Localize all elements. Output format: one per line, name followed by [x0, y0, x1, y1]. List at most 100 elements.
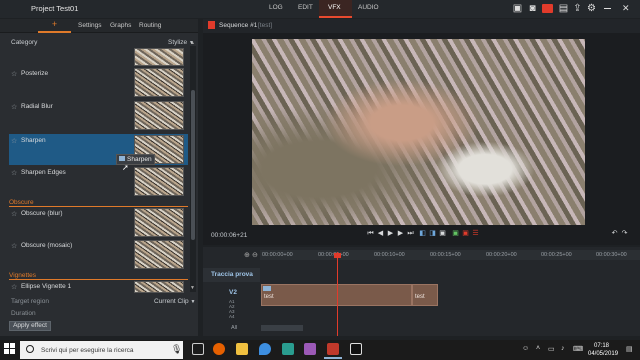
redo-icon[interactable]: ↷ [620, 229, 629, 238]
folder-icon[interactable] [236, 343, 248, 355]
gear-icon[interactable]: ⚙ [586, 3, 597, 14]
mouse-cursor-icon: ➚ [122, 163, 129, 172]
effect-item-obscure-mosaic[interactable]: ☆ Obscure (mosaic) [9, 239, 188, 270]
effects-scrollbar-thumb[interactable] [191, 90, 195, 240]
timeline-scrollbar[interactable] [261, 325, 303, 331]
star-icon[interactable]: ☆ [11, 70, 17, 78]
effect-thumbnail [134, 281, 184, 293]
effect-thumbnail [134, 167, 184, 196]
minimize-icon[interactable] [604, 8, 611, 9]
firefox-icon[interactable] [213, 343, 225, 355]
notifications-icon[interactable]: ▤ [626, 345, 633, 353]
section-obscure: Obscure [9, 199, 34, 206]
drag-tooltip-label: Sharpen [127, 156, 152, 163]
star-icon[interactable]: ☆ [11, 103, 17, 111]
playhead-handle[interactable] [334, 253, 341, 258]
effect-item-ellipse-vignette[interactable]: ☆ Ellipse Vignette 1 [9, 280, 188, 293]
taskbar-search-placeholder: Scrivi qui per eseguire la ricerca [41, 347, 134, 354]
star-icon[interactable]: ☆ [11, 242, 17, 250]
timeline-clip[interactable]: test [412, 284, 438, 306]
keyboard-icon[interactable]: ⌨ [573, 345, 583, 353]
folder-icon[interactable]: ▣ [512, 3, 523, 14]
tab-routing[interactable]: Routing [139, 22, 161, 29]
clock-time[interactable]: 07:18 [594, 343, 609, 349]
target-region-select[interactable]: Current Clip ▼ [154, 298, 195, 305]
app-icon[interactable] [282, 343, 294, 355]
tab-log[interactable]: LOG [269, 4, 283, 11]
step-forward-icon[interactable]: ▶ [396, 229, 405, 238]
effect-item-sharpen[interactable]: ☆ Sharpen [9, 134, 188, 165]
effect-label: Posterize [21, 70, 49, 77]
clear-marks-icon[interactable]: ▣ [438, 229, 447, 238]
people-icon[interactable]: ☺ [522, 345, 529, 352]
task-view-icon[interactable] [192, 343, 204, 355]
network-icon[interactable]: ▭ [548, 345, 555, 353]
tab-settings[interactable]: Settings [78, 22, 102, 29]
target-region-value: Current Clip [154, 298, 189, 305]
microphone-icon[interactable]: 🎙 [171, 344, 182, 355]
effect-thumbnail [134, 68, 184, 97]
zoom-in-icon[interactable]: ⊕ [244, 251, 250, 259]
effect-thumbnail [134, 208, 184, 237]
effect-item-sharpen-edges[interactable]: ☆ Sharpen Edges [9, 166, 188, 197]
playhead[interactable] [337, 252, 338, 336]
tab-graphs[interactable]: Graphs [110, 22, 131, 29]
track-name[interactable]: Traccia prova [211, 271, 253, 278]
ruler-label: 00:00:15+00 [430, 252, 461, 258]
scroll-up-icon[interactable]: ▲ [190, 40, 195, 46]
sequence-title: Sequence #1 [219, 22, 258, 29]
app-icon[interactable] [304, 343, 316, 355]
search-icon [26, 345, 34, 353]
target-region-label: Target region [11, 298, 49, 305]
go-to-start-icon[interactable]: ⏮ [366, 229, 375, 238]
tab-edit[interactable]: EDIT [298, 4, 313, 11]
hamburger-menu-icon[interactable] [7, 5, 17, 14]
lightworks-icon[interactable] [350, 343, 362, 355]
replace-icon[interactable]: ☰ [471, 229, 480, 238]
overwrite-icon[interactable]: ▣ [461, 229, 470, 238]
effect-item-posterize[interactable]: ☆ Posterize [9, 67, 188, 98]
record-icon[interactable] [542, 4, 553, 13]
effect-thumbnail [134, 101, 184, 130]
windows-start-icon[interactable] [4, 343, 16, 355]
play-icon[interactable]: ▶ [386, 229, 395, 238]
insert-icon[interactable]: ▣ [451, 229, 460, 238]
apply-effect-button[interactable]: Apply effect [9, 321, 51, 331]
app-icon[interactable] [327, 343, 339, 355]
tab-audio[interactable]: AUDIO [358, 4, 379, 11]
effect-thumbnail [134, 240, 184, 269]
effect-label: Obscure (mosaic) [21, 242, 73, 249]
all-tracks-label[interactable]: All [231, 325, 237, 331]
effect-label: Sharpen [21, 137, 46, 144]
section-vignettes: Vignettes [9, 272, 36, 279]
export-icon[interactable]: ⇪ [572, 3, 583, 14]
go-to-end-icon[interactable]: ⏭ [406, 229, 415, 238]
star-icon[interactable]: ☆ [11, 137, 17, 145]
tray-expand-icon[interactable]: ˄ [536, 345, 540, 352]
zoom-out-icon[interactable]: ⊖ [252, 251, 258, 259]
effect-label: Obscure (blur) [21, 210, 63, 217]
maps-icon[interactable] [259, 343, 271, 355]
camera-icon[interactable]: ◙ [527, 3, 538, 14]
step-back-icon[interactable]: ◀ [376, 229, 385, 238]
viewer-timecode[interactable]: 00:00:06+21 [211, 232, 247, 239]
clock-date[interactable]: 04/05/2019 [588, 351, 618, 357]
video-track-label[interactable]: V2 [229, 289, 237, 296]
video-preview[interactable] [252, 39, 585, 225]
tab-vfx[interactable]: VFX [328, 4, 341, 11]
image-icon[interactable]: ▤ [558, 3, 569, 14]
scroll-down-icon[interactable]: ▼ [190, 285, 195, 291]
effect-item-radial-blur[interactable]: ☆ Radial Blur [9, 100, 188, 131]
star-icon[interactable]: ☆ [11, 169, 17, 177]
sequence-subtitle: [test] [258, 22, 273, 29]
star-icon[interactable]: ☆ [11, 283, 17, 291]
star-icon[interactable]: ☆ [11, 210, 17, 218]
volume-icon[interactable]: ♪ [561, 345, 565, 352]
tab-effects-add[interactable]: + [38, 19, 71, 33]
close-icon[interactable]: ✕ [622, 3, 630, 14]
mark-out-icon[interactable]: ◨ [428, 229, 437, 238]
mark-in-icon[interactable]: ◧ [418, 229, 427, 238]
duration-label: Duration [11, 310, 36, 317]
effect-item-obscure-blur[interactable]: ☆ Obscure (blur) [9, 207, 188, 238]
undo-icon[interactable]: ↶ [610, 229, 619, 238]
